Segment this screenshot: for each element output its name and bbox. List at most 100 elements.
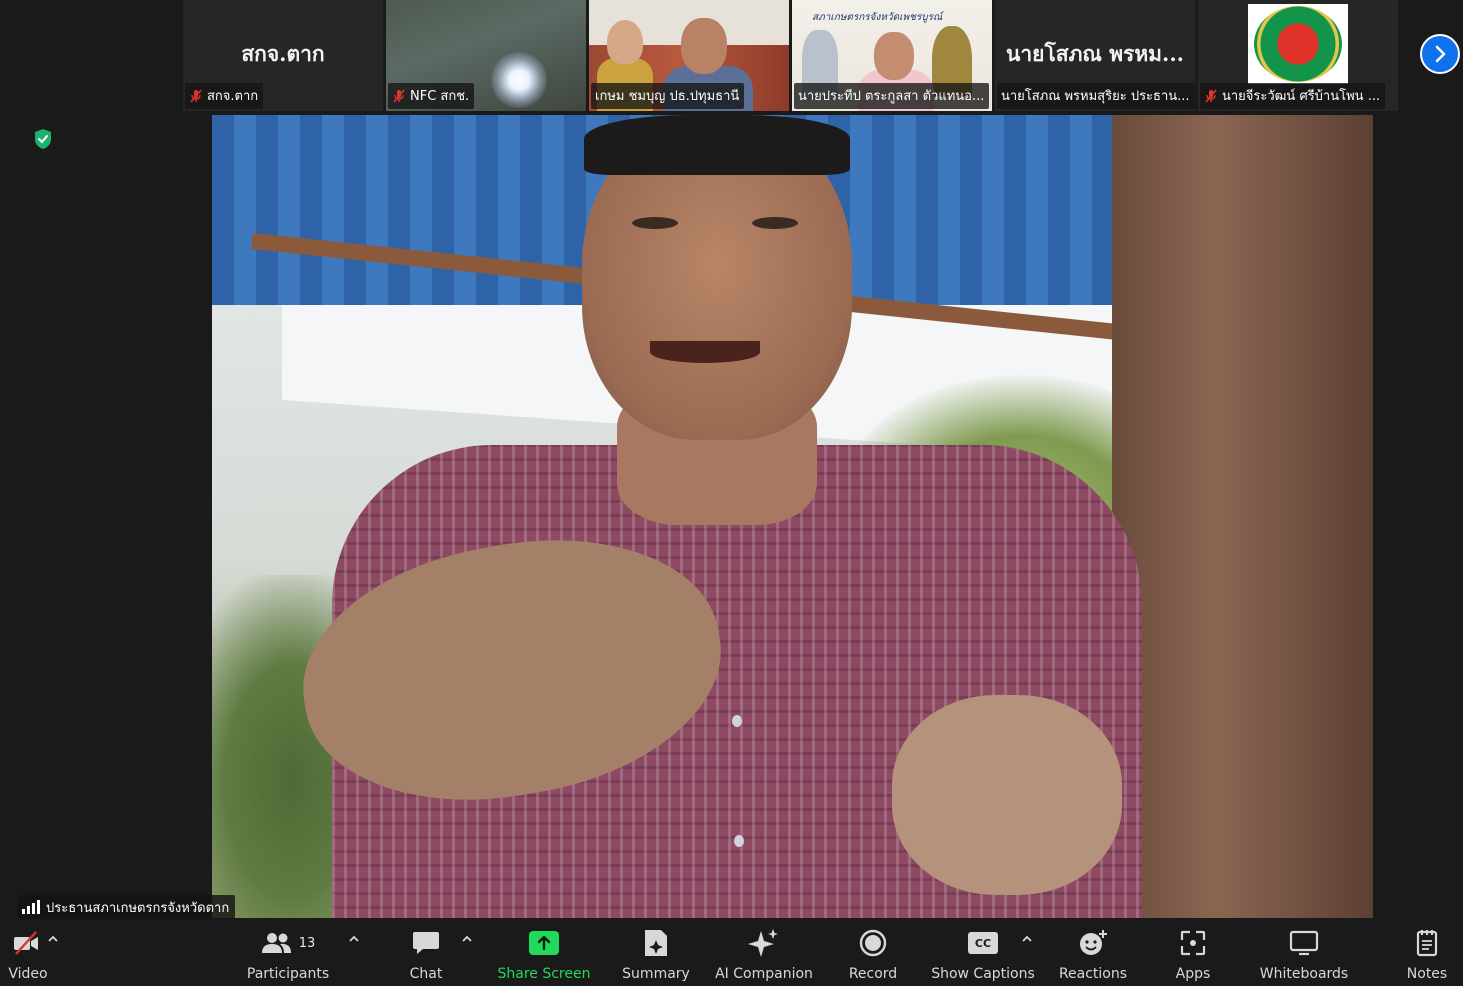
ai-companion-label: AI Companion <box>715 966 813 982</box>
participants-icon-wrap: 13 <box>261 925 316 961</box>
whiteboards-button[interactable]: Whiteboards <box>1254 919 1354 986</box>
video-feed <box>752 217 798 229</box>
captions-icon-wrap: CC <box>968 925 998 961</box>
organization-logo <box>1248 4 1348 84</box>
speaker-name: ประธานสภาเกษตรกรจังหวัดตาก <box>46 900 230 916</box>
participant-name: นายประทีป ตระกูลสา ตัวแทนอ... <box>798 89 985 104</box>
video-feed <box>650 341 760 363</box>
video-feed <box>1112 115 1373 918</box>
participant-caption: NFC สกช. <box>388 83 475 109</box>
participant-caption: นายจีระวัฒน์ ศรีบ้านโพน ... <box>1200 83 1386 109</box>
participant-tile[interactable]: นายโสภณ พรหม... นายโสภณ พรหมสุริยะ ประธา… <box>995 0 1195 111</box>
video-off-icon <box>14 931 38 955</box>
whiteboards-label: Whiteboards <box>1259 966 1349 982</box>
chevron-up-icon[interactable] <box>460 932 474 946</box>
mic-muted-icon <box>393 88 405 103</box>
participants-label: Participants <box>246 966 330 982</box>
video-feed <box>732 715 742 727</box>
video-banner-text: สภาเกษตรกรจังหวัดเพชรบูรณ์ <box>812 12 943 23</box>
participant-name: สกจ.ตาก <box>207 89 259 104</box>
participant-tile[interactable]: นายจีระวัฒน์ ศรีบ้านโพน ... <box>1198 0 1398 111</box>
participant-caption: นายโสภณ พรหมสุริยะ ประธาน... <box>997 83 1195 109</box>
meeting-toolbar: Video 13 Participants Chat Share Screen … <box>0 919 1463 986</box>
show-captions-button[interactable]: CC Show Captions <box>930 919 1036 986</box>
speaker-name-tag: ประธานสภาเกษตรกรจังหวัดตาก <box>18 895 236 919</box>
share-icon-wrap <box>529 925 559 961</box>
chevron-up-icon[interactable] <box>347 932 361 946</box>
closed-captions-icon: CC <box>968 932 998 954</box>
share-screen-label: Share Screen <box>497 966 591 982</box>
chat-label: Chat <box>409 966 443 982</box>
participant-tile[interactable]: NFC สกช. <box>386 0 586 111</box>
encryption-shield-icon[interactable] <box>33 128 53 150</box>
notes-icon-wrap <box>1415 925 1439 961</box>
summary-label: Summary <box>622 966 690 982</box>
summary-icon-wrap <box>643 925 669 961</box>
chevron-up-icon[interactable] <box>1020 932 1034 946</box>
participant-name: นายโสภณ พรหมสุริยะ ประธาน... <box>1001 89 1190 104</box>
notes-label: Notes <box>1406 966 1448 982</box>
whiteboard-icon <box>1289 930 1319 956</box>
participant-thumbnail-strip: สกจ.ตาก สกจ.ตาก NFC สกช. เกษม ชมบุญ ปธ.ป… <box>183 0 1398 111</box>
notes-button[interactable]: Notes <box>1400 919 1454 986</box>
mic-muted-icon <box>190 88 202 103</box>
chat-button[interactable]: Chat <box>396 919 456 986</box>
record-button[interactable]: Record <box>842 919 904 986</box>
participant-display-name: สกจ.ตาก <box>241 41 325 66</box>
chevron-up-icon[interactable] <box>46 932 60 946</box>
video-feed <box>681 18 727 74</box>
participant-name: NFC สกช. <box>410 89 470 104</box>
video-label: Video <box>8 966 48 982</box>
share-screen-icon <box>529 931 559 955</box>
reactions-icon-wrap <box>1078 925 1108 961</box>
record-label: Record <box>848 966 898 982</box>
mic-muted-icon <box>1205 88 1217 103</box>
chat-icon-wrap <box>412 925 440 961</box>
video-icon-wrap <box>14 925 42 961</box>
record-icon <box>859 929 887 957</box>
participant-tile[interactable]: สภาเกษตรกรจังหวัดเพชรบูรณ์ นายประทีป ตระ… <box>792 0 992 111</box>
reactions-label: Reactions <box>1058 966 1128 982</box>
logo-emblem <box>1254 6 1342 82</box>
participant-tile[interactable]: สกจ.ตาก สกจ.ตาก <box>183 0 383 111</box>
ai-companion-button[interactable]: AI Companion <box>712 919 816 986</box>
video-button[interactable]: Video <box>0 919 58 986</box>
summary-document-icon <box>645 930 667 956</box>
connection-strength-icon <box>22 900 40 914</box>
next-page-button[interactable] <box>1420 34 1460 74</box>
apps-label: Apps <box>1175 966 1211 982</box>
sparkle-icon <box>748 929 778 957</box>
participant-display-name: นายโสภณ พรหม... <box>1006 41 1184 66</box>
reactions-button[interactable]: Reactions <box>1056 919 1130 986</box>
video-feed <box>632 217 678 229</box>
participant-caption: นายประทีป ตระกูลสา ตัวแทนอ... <box>794 83 990 109</box>
apps-button[interactable]: Apps <box>1166 919 1220 986</box>
video-feed <box>734 835 744 847</box>
show-captions-label: Show Captions <box>931 966 1035 982</box>
ai-icon-wrap <box>748 925 780 961</box>
video-feed <box>491 52 547 108</box>
summary-button[interactable]: Summary <box>616 919 696 986</box>
chat-bubble-icon <box>413 932 439 954</box>
apps-grid-icon <box>1180 930 1206 956</box>
record-icon-wrap <box>859 925 887 961</box>
active-speaker-video[interactable] <box>212 115 1373 918</box>
share-screen-button[interactable]: Share Screen <box>494 919 594 986</box>
video-feed <box>584 115 850 175</box>
video-feed <box>607 20 643 64</box>
participant-name: เกษม ชมบุญ ปธ.ปทุมธานี <box>595 89 740 104</box>
participant-tile[interactable]: เกษม ชมบุญ ปธ.ปทุมธานี <box>589 0 789 111</box>
participant-caption: สกจ.ตาก <box>185 83 264 109</box>
video-feed <box>892 695 1122 895</box>
participants-icon <box>261 933 291 953</box>
apps-icon-wrap <box>1180 925 1206 961</box>
video-feed <box>874 32 914 80</box>
whiteboards-icon-wrap <box>1289 925 1319 961</box>
emoji-plus-icon <box>1080 930 1107 955</box>
chevron-right-icon <box>1435 45 1446 63</box>
participants-button[interactable]: 13 Participants <box>240 919 336 986</box>
participant-caption: เกษม ชมบุญ ปธ.ปทุมธานี <box>591 83 745 109</box>
notes-icon <box>1416 930 1438 957</box>
participant-name: นายจีระวัฒน์ ศรีบ้านโพน ... <box>1222 89 1381 104</box>
participants-count: 13 <box>298 935 316 951</box>
